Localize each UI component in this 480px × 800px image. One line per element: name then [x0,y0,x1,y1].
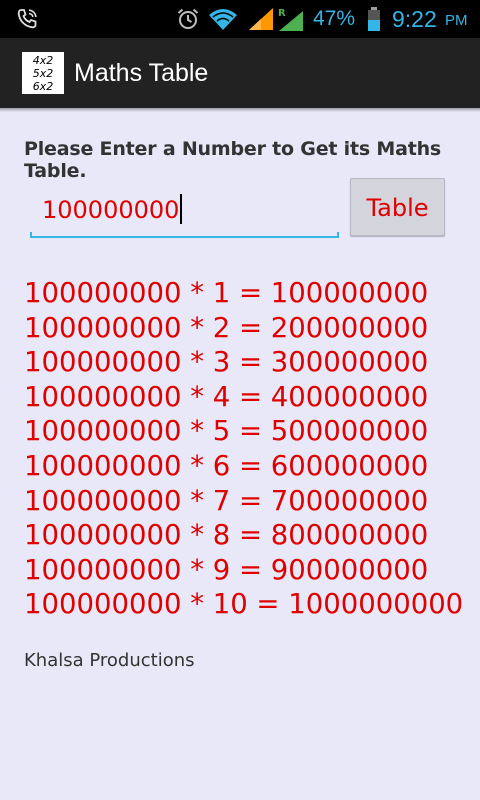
maths-table-list: 100000000 * 1 = 100000000 100000000 * 2 … [24,276,474,622]
table-row: 100000000 * 2 = 200000000 [24,311,429,344]
status-bar: R 47% 9:22 PM [0,0,480,38]
battery-percent: 47% [313,7,356,30]
table-row: 100000000 * 10 = 1000000000 [24,588,464,621]
roaming-signal-icon: R [276,0,306,38]
app-title: Maths Table [74,59,209,87]
table-row: 100000000 * 3 = 300000000 [24,346,429,379]
table-row: 100000000 * 9 = 900000000 [24,553,429,586]
table-row: 100000000 * 8 = 800000000 [24,519,429,552]
app-icon-line: 5x2 [32,66,54,80]
battery-icon [366,0,382,38]
number-input-field[interactable]: 100000000 [30,188,339,238]
action-bar-shadow [0,108,480,112]
app-icon-line: 6x2 [32,79,54,93]
svg-text:R: R [278,8,286,19]
clock-time: 9:22 [392,6,437,32]
table-button[interactable]: Table [350,178,445,236]
signal-icon [246,0,276,38]
input-underline [30,232,339,238]
number-input[interactable]: 100000000 [42,194,183,226]
alarm-icon [174,0,202,38]
table-row: 100000000 * 5 = 500000000 [24,415,429,448]
table-row: 100000000 * 4 = 400000000 [24,380,429,413]
action-bar: 4x2 5x2 6x2 Maths Table [0,38,480,108]
table-row: 100000000 * 1 = 100000000 [24,277,429,309]
wifi-icon [206,0,240,38]
table-row: 100000000 * 6 = 600000000 [24,449,429,482]
phone-icon [14,0,40,38]
app-icon-line: 4x2 [32,53,54,67]
app-logo-icon[interactable]: 4x2 5x2 6x2 [22,52,64,94]
instruction-label: Please Enter a Number to Get its Maths T… [24,138,442,182]
footer-credit: Khalsa Productions [24,650,195,671]
table-row: 100000000 * 7 = 700000000 [24,484,429,517]
clock-ampm: PM [445,12,468,29]
text-cursor [180,194,183,224]
number-input-value: 100000000 [42,196,180,224]
